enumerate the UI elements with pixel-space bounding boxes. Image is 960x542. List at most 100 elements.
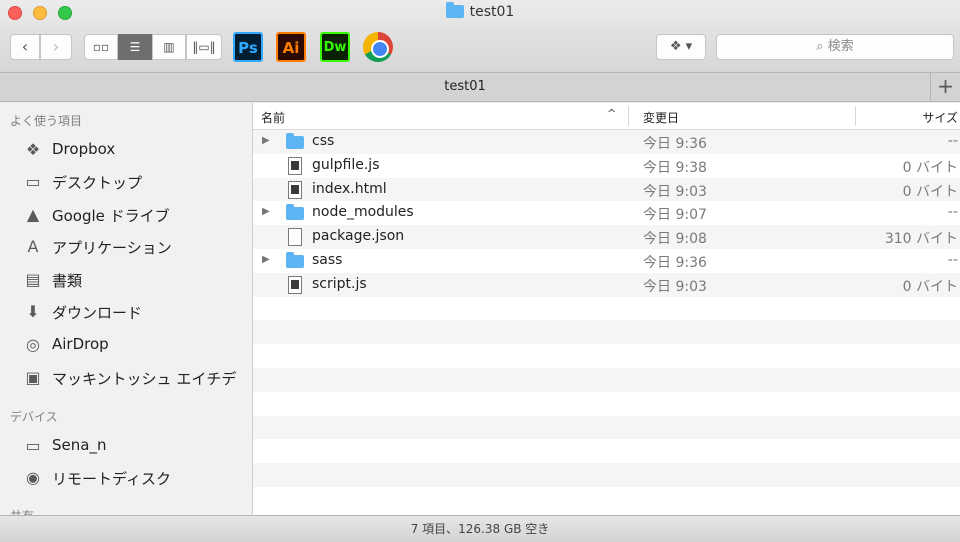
back-button[interactable]: ‹ (10, 34, 40, 60)
file-date: 今日 9:03 (643, 278, 707, 295)
column-divider[interactable] (855, 106, 856, 126)
file-date: 今日 9:07 (643, 207, 707, 224)
column-name-header[interactable]: 名前 (261, 109, 285, 126)
coverflow-view-icon: ‖▭‖ (192, 40, 216, 54)
remote-disc-icon: ◉ (26, 468, 40, 487)
sidebar-item-google-drive[interactable]: ▲ Google ドライブ (0, 199, 252, 229)
file-size: 0 バイト (902, 278, 958, 295)
icon-view-button[interactable]: ▫▫ (84, 34, 118, 60)
sidebar-item-remote-disc[interactable]: ◉ リモートディスク (0, 462, 252, 492)
empty-row (253, 415, 960, 440)
documents-icon: ▤ (25, 270, 41, 289)
sidebar-item-label: マッキントッシュ エイチデ (52, 370, 237, 388)
dreamweaver-icon[interactable]: Dw (320, 32, 350, 62)
search-field[interactable]: ⌕ 検索 (716, 34, 954, 60)
sidebar-item-label: デスクトップ (52, 174, 143, 192)
coverflow-view-button[interactable]: ‖▭‖ (186, 34, 222, 60)
downloads-icon: ⬇ (26, 302, 40, 321)
sidebar: よく使う項目 ❖ Dropbox ▭ デスクトップ ▲ Google ドライブ … (0, 103, 253, 515)
file-row-css[interactable]: ▶ css 今日 9:36 -- (253, 130, 960, 154)
file-date: 今日 9:36 (643, 254, 707, 271)
empty-row (253, 297, 960, 321)
chevron-right-icon: › (52, 37, 60, 56)
dropbox-menu-button[interactable]: ❖ ▾ (656, 34, 706, 60)
sidebar-item-label: 書類 (52, 272, 83, 290)
tab-bar: test01 + (0, 73, 960, 102)
sidebar-item-downloads[interactable]: ⬇ ダウンロード (0, 296, 252, 326)
disclosure-triangle-icon[interactable]: ▶ (262, 254, 270, 265)
icon-view-icon: ▫▫ (92, 40, 110, 54)
desktop-icon: ▭ (25, 172, 41, 191)
column-size-header[interactable]: サイズ (922, 109, 958, 126)
column-divider[interactable] (628, 106, 629, 126)
empty-row (253, 392, 960, 416)
sidebar-item-airdrop[interactable]: ◎ AirDrop (0, 329, 252, 359)
applications-icon: A (27, 237, 39, 256)
file-name: index.html (312, 180, 387, 197)
file-row-index-html[interactable]: index.html 今日 9:03 0 バイト (253, 177, 960, 202)
forward-button[interactable]: › (40, 34, 72, 60)
empty-row (253, 367, 960, 392)
file-date: 今日 9:36 (643, 136, 707, 152)
sidebar-item-sena-n[interactable]: ▭ Sena_n (0, 430, 252, 460)
file-size: 0 バイト (902, 183, 958, 200)
folder-icon (286, 133, 304, 149)
sidebar-header-favorites: よく使う項目 (10, 114, 83, 128)
file-row-node-modules[interactable]: ▶ node_modules 今日 9:07 -- (253, 201, 960, 225)
sidebar-item-label: Sena_n (52, 436, 107, 454)
file-row-package-json[interactable]: package.json 今日 9:08 310 バイト (253, 225, 960, 249)
list-view-button[interactable]: ☰ (118, 34, 152, 60)
sort-ascending-icon: ^ (607, 107, 617, 120)
dropbox-icon: ❖ ▾ (669, 39, 693, 54)
sidebar-item-documents[interactable]: ▤ 書類 (0, 264, 252, 294)
file-list: 名前 ^ 変更日 サイズ ▶ css 今日 9:36 -- gulpfile.j… (253, 103, 960, 515)
file-name: script.js (312, 275, 367, 292)
file-row-sass[interactable]: ▶ sass 今日 9:36 -- (253, 249, 960, 273)
file-row-script-js[interactable]: script.js 今日 9:03 0 バイト (253, 272, 960, 297)
document-icon (288, 228, 302, 247)
file-size: -- (947, 133, 958, 149)
sidebar-item-label: Google ドライブ (52, 207, 170, 225)
empty-row (253, 487, 960, 511)
empty-row (253, 463, 960, 487)
sidebar-item-harddisk[interactable]: ▣ マッキントッシュ エイチデ (0, 362, 252, 392)
empty-row (253, 320, 960, 345)
file-name: gulpfile.js (312, 156, 380, 173)
file-date: 今日 9:03 (643, 183, 707, 200)
column-view-button[interactable]: ▥ (152, 34, 186, 60)
sidebar-item-applications[interactable]: A アプリケーション (0, 231, 252, 261)
illustrator-icon[interactable]: Ai (276, 32, 306, 62)
file-name: sass (312, 251, 343, 268)
sidebar-header-shared: 共有 (10, 507, 34, 515)
folder-icon (286, 204, 304, 221)
toolbar: test01 ‹ › ▫▫ ☰ ▥ ‖▭‖ Ps Ai Dw ❖ ▾ ⌕ 検索 (0, 0, 960, 73)
sidebar-item-label: アプリケーション (52, 239, 172, 257)
sidebar-item-label: ダウンロード (52, 304, 143, 322)
disclosure-triangle-icon[interactable]: ▶ (262, 135, 270, 146)
window-title: test01 (0, 2, 960, 20)
file-size: -- (947, 251, 958, 268)
folder-icon (445, 2, 464, 18)
empty-row (253, 439, 960, 463)
add-tab-button[interactable]: + (930, 73, 960, 101)
file-row-gulpfile[interactable]: gulpfile.js 今日 9:38 0 バイト (253, 154, 960, 178)
file-name: node_modules (312, 204, 414, 221)
script-file-icon (288, 275, 302, 294)
column-date-header[interactable]: 変更日 (643, 109, 679, 126)
sidebar-item-dropbox[interactable]: ❖ Dropbox (0, 134, 252, 164)
search-placeholder: 検索 (827, 39, 854, 54)
chevron-left-icon: ‹ (21, 37, 29, 56)
sidebar-item-desktop[interactable]: ▭ デスクトップ (0, 166, 252, 196)
html-file-icon (288, 180, 302, 199)
photoshop-icon[interactable]: Ps (233, 32, 263, 62)
empty-row (253, 344, 960, 368)
disclosure-triangle-icon[interactable]: ▶ (262, 206, 270, 217)
chrome-icon[interactable] (363, 32, 393, 62)
tab-test01[interactable]: test01 (0, 79, 930, 94)
script-file-icon (288, 156, 302, 175)
google-drive-icon: ▲ (26, 205, 40, 224)
folder-icon (286, 251, 304, 268)
file-name: package.json (312, 228, 405, 245)
sidebar-item-label: AirDrop (52, 335, 109, 353)
dropbox-icon: ❖ (25, 140, 41, 159)
